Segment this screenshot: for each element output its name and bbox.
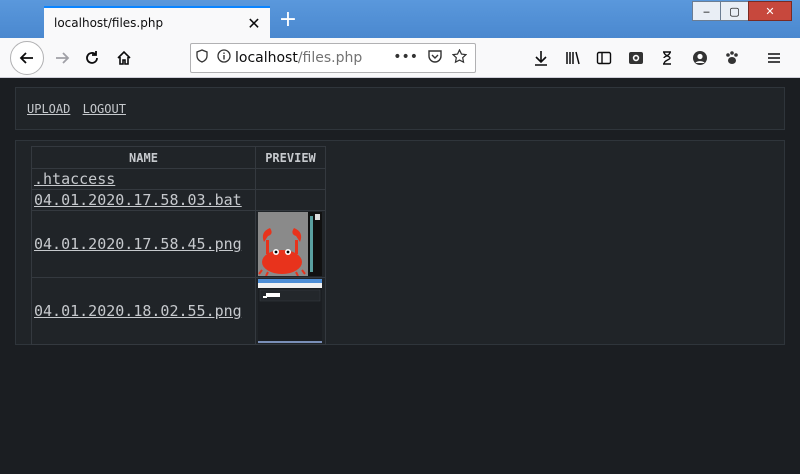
hamburger-menu-icon[interactable] bbox=[762, 44, 786, 72]
url-bar[interactable]: localhost/files.php ••• bbox=[190, 43, 476, 73]
back-arrow-icon bbox=[19, 52, 33, 64]
page-actions-icon[interactable]: ••• bbox=[393, 49, 418, 68]
bookmark-star-icon[interactable] bbox=[451, 48, 468, 68]
file-link[interactable]: 04.01.2020.18.02.55.png bbox=[34, 302, 242, 320]
preview-cell bbox=[255, 189, 326, 211]
home-button[interactable] bbox=[110, 44, 138, 72]
forward-button[interactable] bbox=[48, 44, 76, 72]
file-name-cell: 04.01.2020.17.58.03.bat bbox=[31, 189, 256, 211]
timer-extension-icon[interactable] bbox=[655, 44, 679, 72]
url-host: localhost bbox=[235, 50, 298, 66]
preview-cell bbox=[255, 210, 326, 278]
extension-icon[interactable] bbox=[624, 44, 648, 72]
account-icon[interactable] bbox=[688, 44, 712, 72]
tab-title: localhost/files.php bbox=[54, 16, 164, 30]
url-path: /files.php bbox=[297, 50, 363, 66]
file-link[interactable]: .htaccess bbox=[34, 170, 115, 188]
new-tab-button[interactable]: + bbox=[276, 8, 300, 32]
close-window-button[interactable]: ✕ bbox=[748, 1, 792, 21]
reload-icon bbox=[86, 51, 98, 64]
file-name-cell: 04.01.2020.18.02.55.png bbox=[31, 277, 256, 345]
file-name-cell: 04.01.2020.17.58.45.png bbox=[31, 210, 256, 278]
downloads-icon[interactable] bbox=[529, 44, 553, 72]
shield-icon[interactable] bbox=[191, 49, 213, 67]
crab-thumbnail[interactable] bbox=[258, 212, 322, 276]
pocket-icon[interactable] bbox=[428, 49, 442, 68]
page-content: UPLOAD LOGOUT NAME PREVIEW .htaccess 04.… bbox=[0, 79, 800, 474]
file-link[interactable]: 04.01.2020.17.58.03.bat bbox=[34, 191, 242, 209]
home-icon bbox=[117, 50, 131, 65]
maximize-button[interactable]: ▢ bbox=[720, 1, 748, 21]
paw-extension-icon[interactable] bbox=[720, 44, 744, 72]
file-table: NAME PREVIEW .htaccess 04.01.2020.17.58.… bbox=[31, 146, 326, 345]
file-list-panel: NAME PREVIEW .htaccess 04.01.2020.17.58.… bbox=[15, 140, 785, 345]
navigation-toolbar: localhost/files.php ••• 3 bbox=[0, 38, 800, 95]
window-titlebar: localhost/files.php ✕ + ‒ ▢ ✕ bbox=[0, 0, 800, 38]
column-header-name: NAME bbox=[31, 146, 256, 169]
info-icon[interactable] bbox=[213, 49, 235, 67]
table-row: 04.01.2020.17.58.03.bat bbox=[31, 189, 326, 211]
screenshot-thumbnail[interactable] bbox=[258, 279, 322, 343]
forward-arrow-icon bbox=[56, 52, 70, 64]
upload-link[interactable]: UPLOAD bbox=[27, 102, 70, 116]
table-row: .htaccess bbox=[31, 168, 326, 190]
back-button[interactable] bbox=[10, 41, 44, 75]
table-row: 04.01.2020.18.02.55.png bbox=[31, 277, 326, 345]
file-name-cell: .htaccess bbox=[31, 168, 256, 190]
preview-cell bbox=[255, 168, 326, 190]
column-header-preview: PREVIEW bbox=[255, 146, 326, 169]
reload-button[interactable] bbox=[78, 44, 106, 72]
preview-cell bbox=[255, 277, 326, 345]
file-link[interactable]: 04.01.2020.17.58.45.png bbox=[34, 235, 242, 253]
tab-files[interactable]: localhost/files.php ✕ bbox=[44, 6, 270, 38]
sidebar-icon[interactable] bbox=[592, 44, 616, 72]
minimize-button[interactable]: ‒ bbox=[692, 1, 720, 21]
table-row: 04.01.2020.17.58.45.png bbox=[31, 210, 326, 278]
logout-link[interactable]: LOGOUT bbox=[83, 102, 126, 116]
tab-close-icon[interactable]: ✕ bbox=[244, 13, 264, 33]
nav-panel: UPLOAD LOGOUT bbox=[15, 87, 785, 130]
library-icon[interactable] bbox=[561, 44, 585, 72]
